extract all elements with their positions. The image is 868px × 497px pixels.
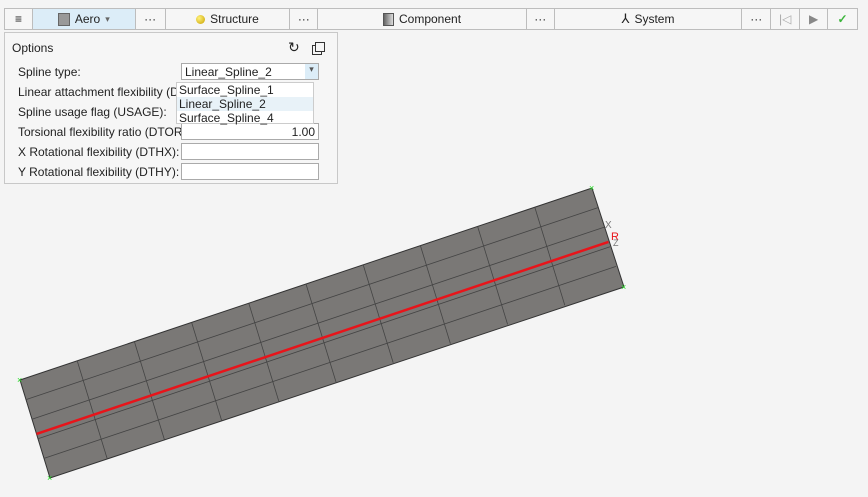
dropdown-option-selected[interactable]: Linear_Spline_2 xyxy=(177,97,313,111)
viewport[interactable]: ×××× X R Z xyxy=(0,0,868,497)
node-marker: × xyxy=(47,473,52,483)
node-marker: × xyxy=(589,183,594,193)
mesh-element-edge xyxy=(37,246,611,440)
dropdown-option[interactable]: Surface_Spline_1 xyxy=(177,83,313,97)
spline-line xyxy=(36,240,609,436)
node-marker: × xyxy=(621,282,626,292)
mesh-element-edge xyxy=(31,226,605,420)
node-marker: × xyxy=(17,375,22,385)
mesh-surface xyxy=(19,187,625,479)
spline-type-dropdown: Surface_Spline_1 Linear_Spline_2 Surface… xyxy=(176,82,314,125)
triad-z-label: Z xyxy=(613,238,619,248)
wing-mesh: × × × × xyxy=(17,183,626,483)
dropdown-option[interactable]: Surface_Spline_4 xyxy=(177,111,313,125)
triad-x-label: X xyxy=(605,220,612,231)
